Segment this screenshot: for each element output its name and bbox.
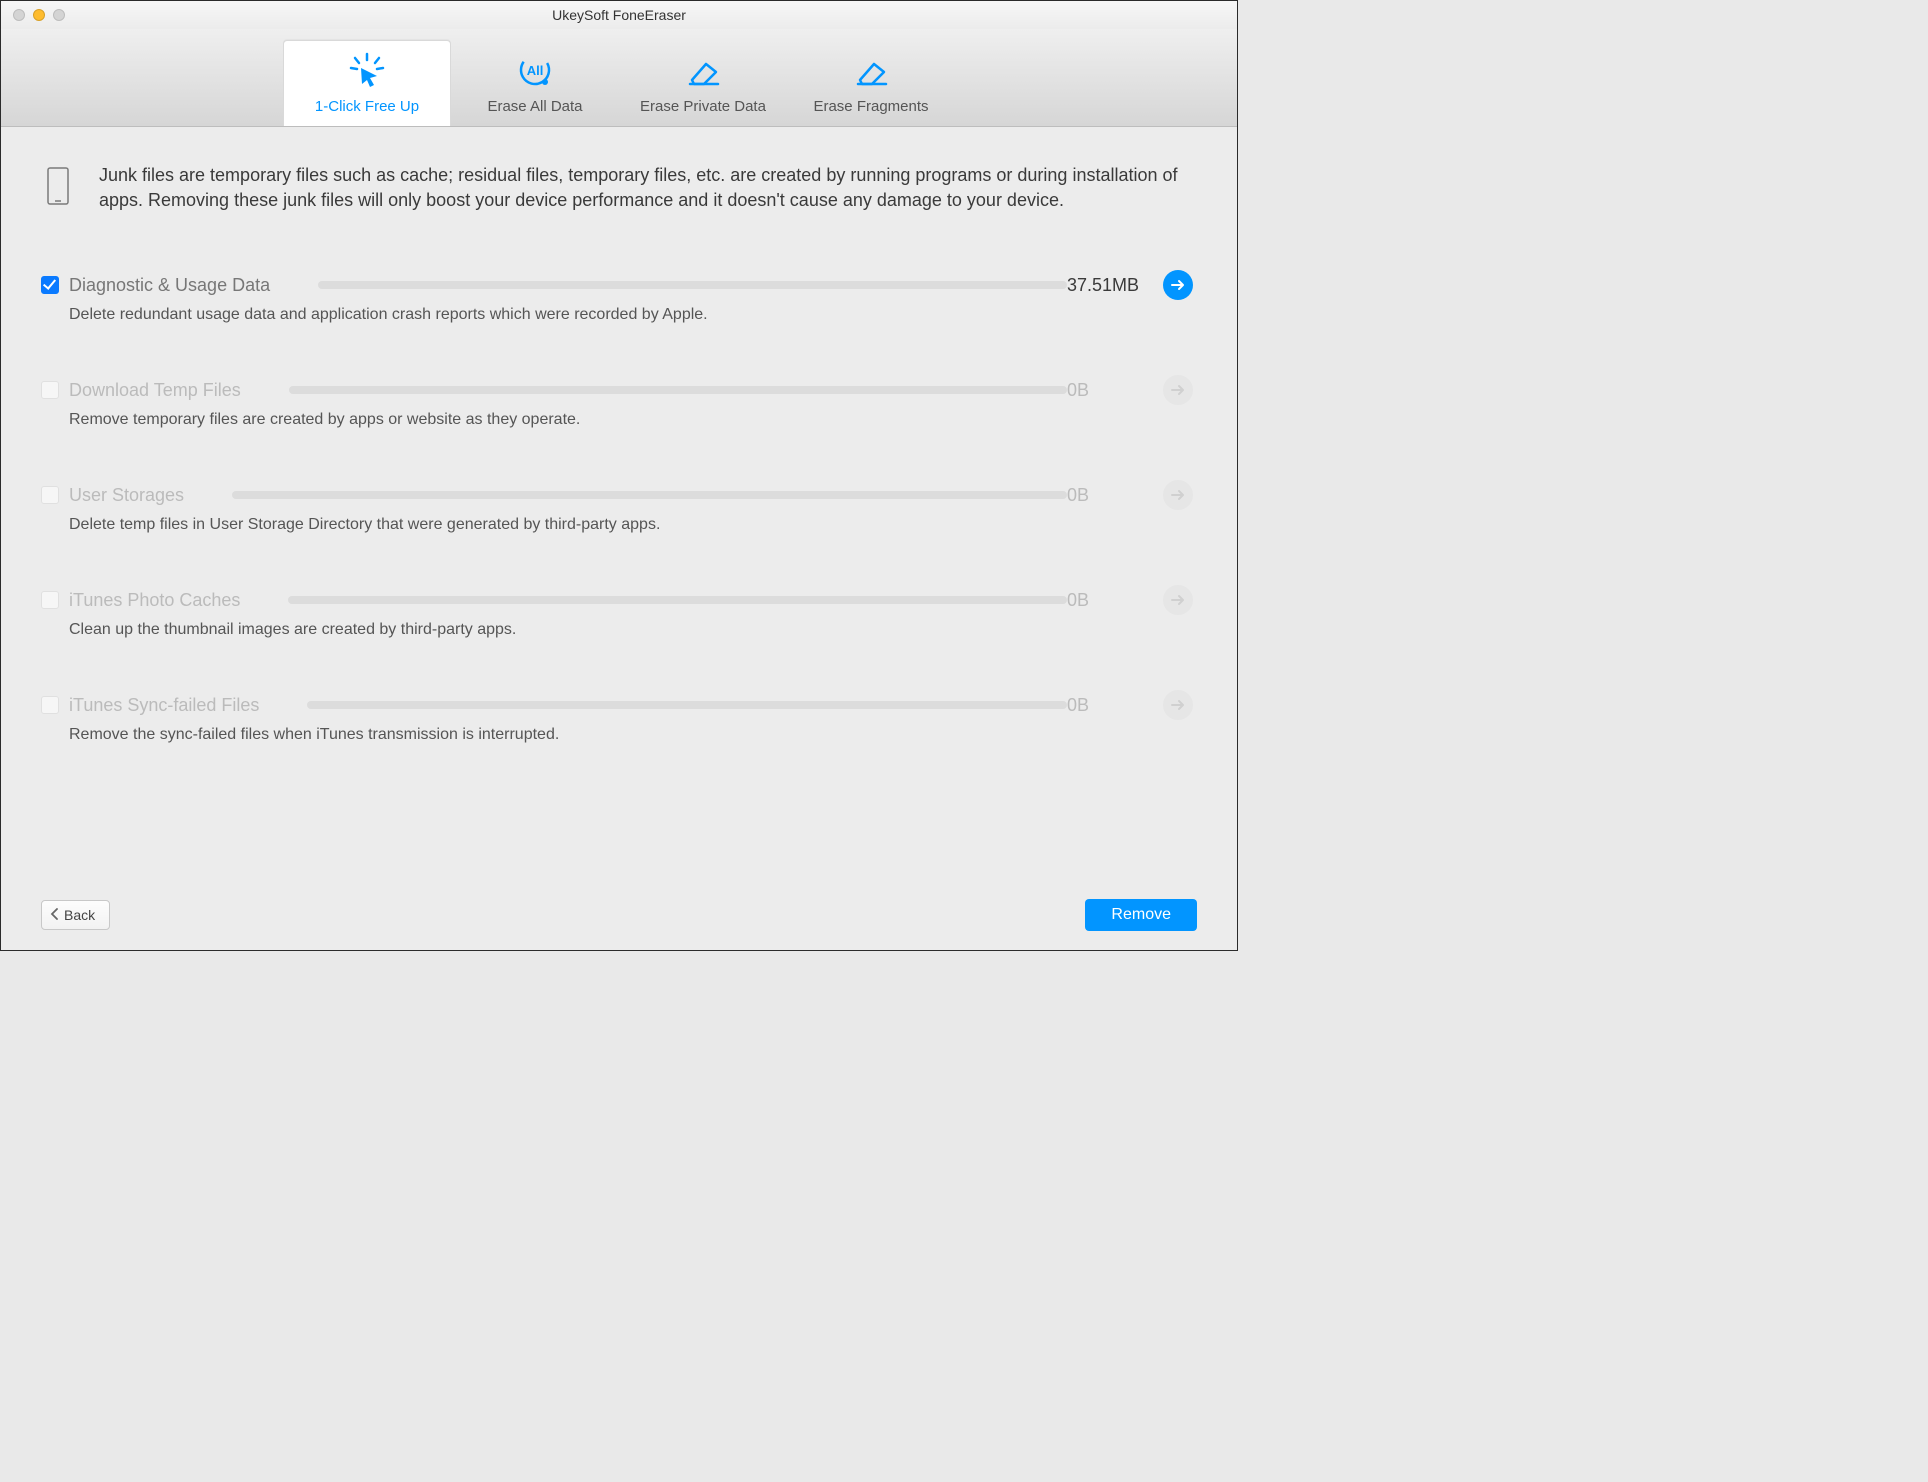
item-desc: Remove temporary files are created by ap…: [69, 411, 1197, 429]
remove-button[interactable]: Remove: [1085, 899, 1197, 931]
minimize-icon[interactable]: [33, 9, 45, 21]
item-title: User Storages: [69, 484, 184, 506]
checkbox: [41, 696, 59, 714]
item-size: 0B: [1067, 483, 1157, 507]
item-size: 37.51MB: [1067, 273, 1157, 297]
tab-1click-freeup[interactable]: 1-Click Free Up: [283, 40, 451, 126]
progress-track: [289, 386, 1067, 394]
content-area: Junk files are temporary files such as c…: [1, 127, 1237, 880]
tab-erase-all[interactable]: All Erase All Data: [451, 40, 619, 126]
chevron-left-icon: [50, 907, 60, 923]
window-title: UkeySoft FoneEraser: [1, 7, 1237, 23]
item-size: 0B: [1067, 378, 1157, 402]
progress-track: [318, 281, 1067, 289]
arrow-right-icon: [1163, 690, 1193, 720]
item-desc: Delete redundant usage data and applicat…: [69, 306, 1197, 324]
footer: Back Remove: [1, 880, 1237, 950]
list-item: iTunes Sync-failed Files 0B Remove the syn…: [41, 693, 1197, 744]
progress-track: [288, 596, 1067, 604]
arrow-right-icon: [1163, 480, 1193, 510]
item-size: 0B: [1067, 693, 1157, 717]
titlebar: UkeySoft FoneEraser: [1, 1, 1237, 29]
traffic-lights: [1, 9, 65, 21]
tab-label: Erase Private Data: [640, 98, 766, 115]
list-item: iTunes Photo Caches 0B Clean up the thumbn…: [41, 588, 1197, 639]
item-size: 0B: [1067, 588, 1157, 612]
item-desc: Clean up the thumbnail images are create…: [69, 621, 1197, 639]
intro-row: Junk files are temporary files such as c…: [41, 163, 1197, 213]
list-item: User Storages 0B Delete temp files in User…: [41, 483, 1197, 534]
phone-icon: [41, 163, 75, 205]
back-button[interactable]: Back: [41, 900, 110, 930]
close-icon[interactable]: [13, 9, 25, 21]
item-title: iTunes Photo Caches: [69, 589, 240, 611]
checkbox[interactable]: [41, 276, 59, 294]
progress-track: [307, 701, 1067, 709]
remove-label: Remove: [1111, 906, 1171, 923]
erase-all-icon: All: [512, 52, 558, 90]
tab-label: Erase All Data: [487, 98, 582, 115]
item-title: iTunes Sync-failed Files: [69, 694, 259, 716]
list-item: Download Temp Files 0B Remove temporary fi…: [41, 378, 1197, 429]
arrow-right-icon: [1163, 585, 1193, 615]
item-title: Diagnostic & Usage Data: [69, 274, 270, 296]
eraser-icon: [680, 52, 726, 90]
progress-track: [232, 491, 1067, 499]
list-item: Diagnostic & Usage Data 37.51MB Delete red…: [41, 273, 1197, 324]
back-label: Back: [64, 907, 95, 923]
checkbox: [41, 486, 59, 504]
checkbox: [41, 591, 59, 609]
eraser-icon: [848, 52, 894, 90]
tab-erase-private[interactable]: Erase Private Data: [619, 40, 787, 126]
tab-erase-fragments[interactable]: Erase Fragments: [787, 40, 955, 126]
tab-label: Erase Fragments: [813, 98, 928, 115]
item-desc: Remove the sync-failed files when iTunes…: [69, 726, 1197, 744]
toolbar-tabs: 1-Click Free Up All Erase All Data Erase…: [1, 29, 1237, 127]
svg-text:All: All: [527, 63, 544, 78]
arrow-right-icon: [1163, 375, 1193, 405]
cursor-click-icon: [344, 52, 390, 90]
intro-text: Junk files are temporary files such as c…: [99, 163, 1197, 213]
item-title: Download Temp Files: [69, 379, 241, 401]
tab-label: 1-Click Free Up: [315, 98, 419, 115]
item-desc: Delete temp files in User Storage Direct…: [69, 516, 1197, 534]
zoom-icon[interactable]: [53, 9, 65, 21]
checkbox: [41, 381, 59, 399]
arrow-right-icon[interactable]: [1163, 270, 1193, 300]
app-window: UkeySoft FoneEraser 1-Click Free Up: [0, 0, 1238, 951]
items-list: Diagnostic & Usage Data 37.51MB Delete red…: [41, 273, 1197, 744]
